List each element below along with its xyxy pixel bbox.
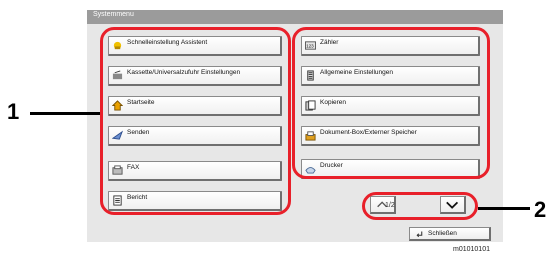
return-arrow-icon [416, 231, 423, 238]
cassette-settings-button[interactable]: Kassette/Universalzufuhr Einstellungen [108, 66, 282, 86]
close-button[interactable]: Schließen [409, 227, 491, 241]
home-button[interactable]: Startseite [108, 96, 282, 116]
fax-button[interactable]: FAX [108, 161, 282, 181]
page-indicator: 1/2 [385, 202, 395, 209]
figure-code: m01010101 [453, 246, 490, 253]
wizard-icon [113, 41, 122, 50]
copy-icon [305, 100, 316, 111]
home-icon [112, 100, 123, 111]
general-settings-button[interactable]: Allgemeine Einstellungen [301, 66, 480, 86]
button-label: Dokument-Box/Externer Speicher [320, 129, 417, 136]
close-button-label: Schließen [428, 230, 457, 237]
report-button[interactable]: Bericht [108, 191, 282, 211]
button-label: Drucker [320, 162, 343, 169]
button-label: Startseite [127, 99, 155, 106]
page-down-button[interactable] [440, 196, 466, 214]
report-icon [113, 195, 122, 206]
printer-button[interactable]: Drucker [301, 159, 480, 179]
button-label: Senden [127, 129, 150, 136]
callout-2-label: 2 [534, 197, 547, 222]
copy-button[interactable]: Kopieren [301, 96, 480, 116]
button-label: Schnelleinstellung Assistent [127, 39, 208, 46]
svg-text:123: 123 [306, 44, 314, 49]
button-label: FAX [127, 164, 140, 171]
button-label: Kassette/Universalzufuhr Einstellungen [127, 69, 241, 76]
quick-setup-wizard-button[interactable]: Schnelleinstellung Assistent [108, 36, 282, 56]
send-icon [112, 130, 123, 140]
printer-icon [305, 167, 316, 174]
callout-1-label: 1 [7, 99, 20, 124]
callout-1-leader [30, 112, 100, 115]
fax-icon [112, 165, 123, 175]
counter-icon: 123 [305, 41, 316, 50]
callout-2-leader [478, 207, 530, 210]
cassette-icon [112, 70, 123, 80]
document-box-icon [305, 131, 316, 141]
chevron-down-icon [446, 201, 459, 209]
button-label: Allgemeine Einstellungen [320, 69, 393, 76]
button-label: Bericht [127, 194, 148, 201]
button-label: Kopieren [320, 99, 347, 106]
document-box-button[interactable]: Dokument-Box/Externer Speicher [301, 126, 480, 146]
settings-icon [307, 70, 314, 81]
window-title: Systemmenu [93, 11, 134, 18]
counter-button[interactable]: 123 Zähler [301, 36, 480, 56]
send-button[interactable]: Senden [108, 126, 282, 146]
window-titlebar: Systemmenu [87, 10, 503, 24]
button-label: Zähler [320, 39, 339, 46]
